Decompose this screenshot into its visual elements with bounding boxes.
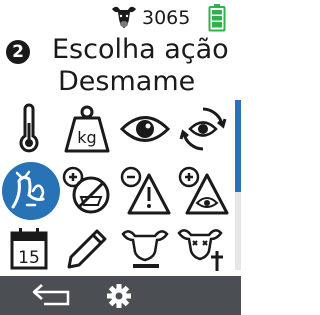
page-title: Escolha ação (52, 34, 229, 65)
svg-text:kg: kg (77, 128, 96, 147)
battery-full-icon (208, 4, 226, 32)
action-warning-minus[interactable] (116, 162, 174, 220)
thermometer-icon (19, 103, 39, 153)
action-grid: kg 15 (0, 100, 232, 280)
action-pencil[interactable] (58, 220, 116, 278)
no-feeding-icon (62, 166, 110, 214)
action-calendar[interactable]: 15 (0, 220, 58, 278)
scroll-thumb[interactable] (235, 100, 241, 192)
action-cow-dead[interactable] (174, 220, 232, 278)
action-warning-eye-plus[interactable] (174, 162, 232, 220)
page-subtitle: Desmame (58, 66, 196, 97)
calendar-icon: 15 (10, 228, 48, 270)
warning-eye-plus-icon (178, 166, 229, 215)
action-eye-rotate[interactable] (174, 100, 232, 158)
back-arrow-icon[interactable] (30, 280, 74, 310)
animal-count: 3065 (142, 7, 191, 29)
calendar-day-label: 15 (18, 248, 40, 268)
warning-minus-icon (120, 166, 171, 215)
weaning-cow-calf-icon (11, 170, 45, 209)
eye-rotate-icon (179, 107, 227, 151)
action-weaning[interactable] (0, 162, 60, 220)
eye-icon (119, 116, 171, 142)
status-bar: 3065 (0, 0, 241, 36)
weight-kg-icon: kg (64, 105, 110, 153)
scrollbar[interactable] (235, 100, 241, 270)
action-no-feeding[interactable] (58, 162, 116, 220)
step-badge: 2 (6, 40, 30, 64)
action-weight[interactable]: kg (58, 100, 116, 158)
cow-head-icon (112, 6, 136, 29)
cow-dead-icon (177, 229, 223, 271)
cow-minus-icon (121, 230, 169, 268)
footer (0, 276, 241, 315)
pencil-icon (67, 229, 107, 269)
action-eye[interactable] (116, 100, 174, 158)
gear-icon[interactable] (104, 282, 134, 310)
action-cow-minus[interactable] (116, 220, 174, 278)
action-thermometer[interactable] (0, 100, 58, 158)
